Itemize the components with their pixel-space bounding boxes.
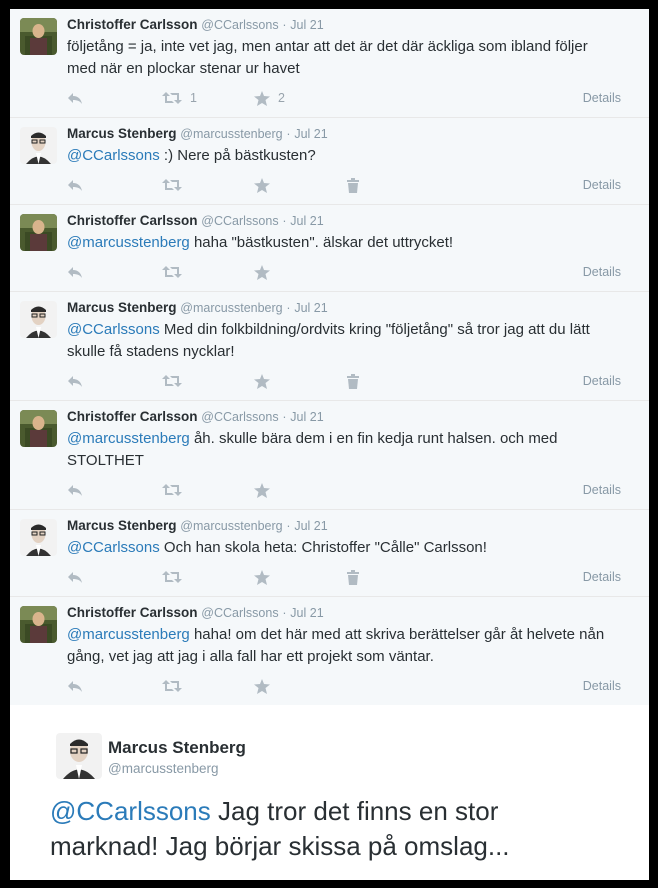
favorite-icon[interactable] xyxy=(254,480,270,500)
conversation-frame: Christoffer Carlsson @CCarlssons · Jul 2… xyxy=(10,9,649,880)
tweet-3[interactable]: Christoffer Carlsson @CCarlssons · Jul 2… xyxy=(10,205,649,292)
details-link[interactable]: Details xyxy=(583,676,621,696)
author-name[interactable]: Christoffer Carlsson xyxy=(67,213,198,228)
avatar-marcus[interactable] xyxy=(20,301,57,338)
reply-icon[interactable] xyxy=(67,480,83,500)
reply-icon[interactable] xyxy=(67,676,83,696)
favorite-icon[interactable] xyxy=(254,567,270,587)
main-tweet: Marcus Stenberg @marcusstenberg @CCarlss… xyxy=(10,705,649,880)
trash-icon[interactable] xyxy=(347,175,359,195)
author-name[interactable]: Christoffer Carlsson xyxy=(67,605,198,620)
author-name[interactable]: Christoffer Carlsson xyxy=(67,17,198,32)
timestamp[interactable]: Jul 21 xyxy=(294,519,327,533)
timestamp[interactable]: Jul 21 xyxy=(290,214,323,228)
avatar-marcus[interactable] xyxy=(20,519,57,556)
mention-link[interactable]: @CCarlssons xyxy=(67,321,160,338)
retweet-icon[interactable]: 1 xyxy=(162,88,197,108)
details-link[interactable]: Details xyxy=(583,262,621,282)
author-handle[interactable]: @CCarlssons xyxy=(201,214,278,228)
trash-icon[interactable] xyxy=(347,567,359,587)
retweet-icon[interactable] xyxy=(162,676,182,696)
tweet-4[interactable]: Marcus Stenberg @marcusstenberg · Jul 21… xyxy=(10,292,649,401)
details-link[interactable]: Details xyxy=(583,175,621,195)
avatar-christoffer[interactable] xyxy=(20,410,57,447)
author-handle[interactable]: @CCarlssons xyxy=(201,18,278,32)
author-handle[interactable]: @CCarlssons xyxy=(201,410,278,424)
avatar-christoffer[interactable] xyxy=(20,606,57,643)
favorite-icon[interactable] xyxy=(254,371,270,391)
tweet-text: @CCarlssons :) Nere på bästkusten? xyxy=(67,147,316,164)
reply-icon[interactable] xyxy=(67,371,83,391)
details-link[interactable]: Details xyxy=(583,567,621,587)
avatar-christoffer[interactable] xyxy=(20,18,57,55)
mention-link[interactable]: @CCarlssons xyxy=(67,147,160,164)
avatar-christoffer[interactable] xyxy=(20,214,57,251)
author-handle[interactable]: @marcusstenberg xyxy=(180,127,282,141)
tweet-text: följetång = ja, inte vet jag, men antar … xyxy=(67,38,588,77)
mention-link[interactable]: @CCarlssons xyxy=(67,539,160,556)
tweet-actions: Details xyxy=(67,262,621,282)
author-name[interactable]: Marcus Stenberg xyxy=(67,300,177,315)
author-handle[interactable]: @marcusstenberg xyxy=(180,301,282,315)
tweet-text: @marcusstenberg åh. skulle bära dem i en… xyxy=(67,430,558,469)
tweet-actions: Details xyxy=(67,371,621,391)
tweet-actions: Details xyxy=(67,676,621,696)
favorite-count: 2 xyxy=(278,91,285,105)
details-link[interactable]: Details xyxy=(583,480,621,500)
mention-link[interactable]: @marcusstenberg xyxy=(67,430,190,447)
author-name[interactable]: Marcus Stenberg xyxy=(67,126,177,141)
favorite-icon[interactable] xyxy=(254,676,270,696)
tweet-actions: Details xyxy=(67,567,621,587)
retweet-icon[interactable] xyxy=(162,262,182,282)
avatar-marcus[interactable] xyxy=(20,127,57,164)
tweet-text: @CCarlssons Och han skola heta: Christof… xyxy=(67,539,487,556)
reply-icon[interactable] xyxy=(67,175,83,195)
reply-icon[interactable] xyxy=(67,262,83,282)
tweet-text: @marcusstenberg haha "bästkusten". älska… xyxy=(67,234,454,251)
timestamp[interactable]: Jul 21 xyxy=(290,606,323,620)
tweet-actions: Details xyxy=(67,175,621,195)
author-handle[interactable]: @marcusstenberg xyxy=(180,519,282,533)
timestamp[interactable]: Jul 21 xyxy=(290,410,323,424)
reply-icon[interactable] xyxy=(67,567,83,587)
reply-icon[interactable] xyxy=(67,88,83,108)
main-author-name[interactable]: Marcus Stenberg xyxy=(108,738,246,758)
timestamp[interactable]: Jul 21 xyxy=(294,127,327,141)
author-name[interactable]: Christoffer Carlsson xyxy=(67,409,198,424)
mention-link[interactable]: @marcusstenberg xyxy=(67,234,190,251)
author-handle[interactable]: @CCarlssons xyxy=(201,606,278,620)
mention-link[interactable]: @CCarlssons xyxy=(50,796,211,826)
favorite-icon[interactable] xyxy=(254,175,270,195)
retweet-icon[interactable] xyxy=(162,175,182,195)
main-author-handle[interactable]: @marcusstenberg xyxy=(108,761,219,776)
tweet-actions: Details xyxy=(67,480,621,500)
retweet-count: 1 xyxy=(190,91,197,105)
author-name[interactable]: Marcus Stenberg xyxy=(67,518,177,533)
tweet-6[interactable]: Marcus Stenberg @marcusstenberg · Jul 21… xyxy=(10,510,649,597)
tweet-2[interactable]: Marcus Stenberg @marcusstenberg · Jul 21… xyxy=(10,118,649,205)
tweet-5[interactable]: Christoffer Carlsson @CCarlssons · Jul 2… xyxy=(10,401,649,510)
details-link[interactable]: Details xyxy=(583,371,621,391)
retweet-icon[interactable] xyxy=(162,480,182,500)
avatar-marcus-large[interactable] xyxy=(56,733,102,779)
retweet-icon[interactable] xyxy=(162,567,182,587)
favorite-icon[interactable]: 2 xyxy=(254,88,285,108)
favorite-icon[interactable] xyxy=(254,262,270,282)
tweet-actions: 1 2 Details xyxy=(67,88,621,108)
mention-link[interactable]: @marcusstenberg xyxy=(67,626,190,643)
tweet-7[interactable]: Christoffer Carlsson @CCarlssons · Jul 2… xyxy=(10,597,649,706)
details-link[interactable]: Details xyxy=(583,88,621,108)
timestamp[interactable]: Jul 21 xyxy=(290,18,323,32)
tweet-text: @marcusstenberg haha! om det här med att… xyxy=(67,626,605,665)
tweet-1[interactable]: Christoffer Carlsson @CCarlssons · Jul 2… xyxy=(10,9,649,118)
trash-icon[interactable] xyxy=(347,371,359,391)
main-tweet-text: @CCarlssons Jag tror det finns en stor m… xyxy=(50,796,510,861)
timestamp[interactable]: Jul 21 xyxy=(294,301,327,315)
retweet-icon[interactable] xyxy=(162,371,182,391)
tweet-text: @CCarlssons Med din folkbildning/ordvits… xyxy=(67,321,590,360)
